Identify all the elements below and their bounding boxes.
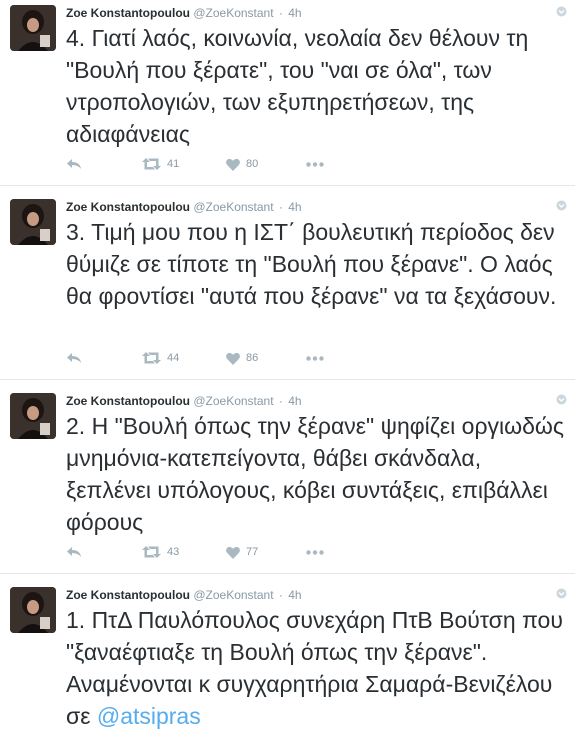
- heart-icon: [226, 158, 240, 171]
- retweet-icon: [142, 352, 161, 364]
- caret-icon[interactable]: [556, 392, 567, 405]
- more-button[interactable]: [306, 544, 324, 560]
- username[interactable]: @ZoeKonstant: [193, 6, 273, 20]
- separator: ·: [278, 394, 283, 408]
- tweet-actions: 41 80: [66, 156, 366, 172]
- avatar[interactable]: [10, 199, 56, 245]
- retweet-button[interactable]: 43: [142, 544, 179, 560]
- timestamp[interactable]: 4h: [288, 6, 301, 20]
- tweet-text: 3. Τιμή μου που η ΙΣΤ΄ βουλευτική περίοδ…: [66, 219, 557, 309]
- more-button[interactable]: [306, 156, 324, 172]
- retweet-button[interactable]: 41: [142, 156, 179, 172]
- tweet-text: 2. Η "Βουλή όπως την ξέρανε" ψηφίζει οργ…: [66, 413, 564, 535]
- caret-icon[interactable]: [556, 586, 567, 599]
- retweet-icon: [142, 546, 161, 558]
- like-count: 86: [246, 352, 259, 364]
- tweet-actions: 43 77: [66, 544, 366, 560]
- fullname[interactable]: Zoe Konstantopoulou: [66, 200, 190, 214]
- tweet[interactable]: Zoe Konstantopoulou @ZoeKonstant · 4h 3.…: [0, 186, 575, 380]
- retweet-count: 44: [167, 352, 180, 364]
- avatar[interactable]: [10, 5, 56, 51]
- tweet-text: 1. ΠτΔ Παυλόπουλος συνεχάρη ΠτΒ Βούτση π…: [66, 604, 566, 732]
- heart-icon: [226, 352, 240, 365]
- reply-icon: [66, 351, 82, 365]
- caret-icon[interactable]: [556, 198, 567, 211]
- retweet-count: 43: [167, 546, 180, 558]
- tweet-header: Zoe Konstantopoulou @ZoeKonstant · 4h: [66, 198, 555, 216]
- avatar[interactable]: [10, 587, 56, 633]
- like-button[interactable]: 86: [226, 350, 258, 366]
- avatar[interactable]: [10, 393, 56, 439]
- fullname[interactable]: Zoe Konstantopoulou: [66, 588, 190, 602]
- like-count: 77: [246, 546, 259, 558]
- fullname[interactable]: Zoe Konstantopoulou: [66, 6, 190, 20]
- tweet-actions: 44 86: [66, 350, 366, 366]
- timestamp[interactable]: 4h: [288, 200, 301, 214]
- like-count: 80: [246, 158, 259, 170]
- username[interactable]: @ZoeKonstant: [193, 394, 273, 408]
- more-button[interactable]: [306, 350, 324, 366]
- tweet[interactable]: Zoe Konstantopoulou @ZoeKonstant · 4h 1.…: [0, 574, 575, 744]
- reply-button[interactable]: [66, 156, 82, 172]
- username[interactable]: @ZoeKonstant: [193, 200, 273, 214]
- username[interactable]: @ZoeKonstant: [193, 588, 273, 602]
- like-button[interactable]: 80: [226, 156, 258, 172]
- reply-button[interactable]: [66, 350, 82, 366]
- reply-button[interactable]: [66, 544, 82, 560]
- separator: ·: [278, 200, 283, 214]
- tweet-text: 4. Γιατί λαός, κοινωνία, νεολαία δεν θέλ…: [66, 25, 529, 147]
- retweet-count: 41: [167, 158, 180, 170]
- timestamp[interactable]: 4h: [288, 394, 301, 408]
- fullname[interactable]: Zoe Konstantopoulou: [66, 394, 190, 408]
- tweet-header: Zoe Konstantopoulou @ZoeKonstant · 4h: [66, 586, 555, 604]
- timeline: Zoe Konstantopoulou @ZoeKonstant · 4h 4.…: [0, 0, 575, 744]
- separator: ·: [278, 588, 283, 602]
- retweet-icon: [142, 158, 161, 170]
- separator: ·: [278, 6, 283, 20]
- tweet-header: Zoe Konstantopoulou @ZoeKonstant · 4h: [66, 4, 555, 22]
- reply-icon: [66, 545, 82, 559]
- tweet-header: Zoe Konstantopoulou @ZoeKonstant · 4h: [66, 392, 555, 410]
- retweet-button[interactable]: 44: [142, 350, 179, 366]
- tweet[interactable]: Zoe Konstantopoulou @ZoeKonstant · 4h 2.…: [0, 380, 575, 574]
- more-icon: [306, 549, 324, 555]
- mention-link[interactable]: @atsipras: [97, 703, 201, 729]
- more-icon: [306, 355, 324, 361]
- caret-icon[interactable]: [556, 4, 567, 17]
- more-icon: [306, 161, 324, 167]
- heart-icon: [226, 546, 240, 559]
- timestamp[interactable]: 4h: [288, 588, 301, 602]
- like-button[interactable]: 77: [226, 544, 258, 560]
- reply-icon: [66, 157, 82, 171]
- tweet[interactable]: Zoe Konstantopoulou @ZoeKonstant · 4h 4.…: [0, 0, 575, 186]
